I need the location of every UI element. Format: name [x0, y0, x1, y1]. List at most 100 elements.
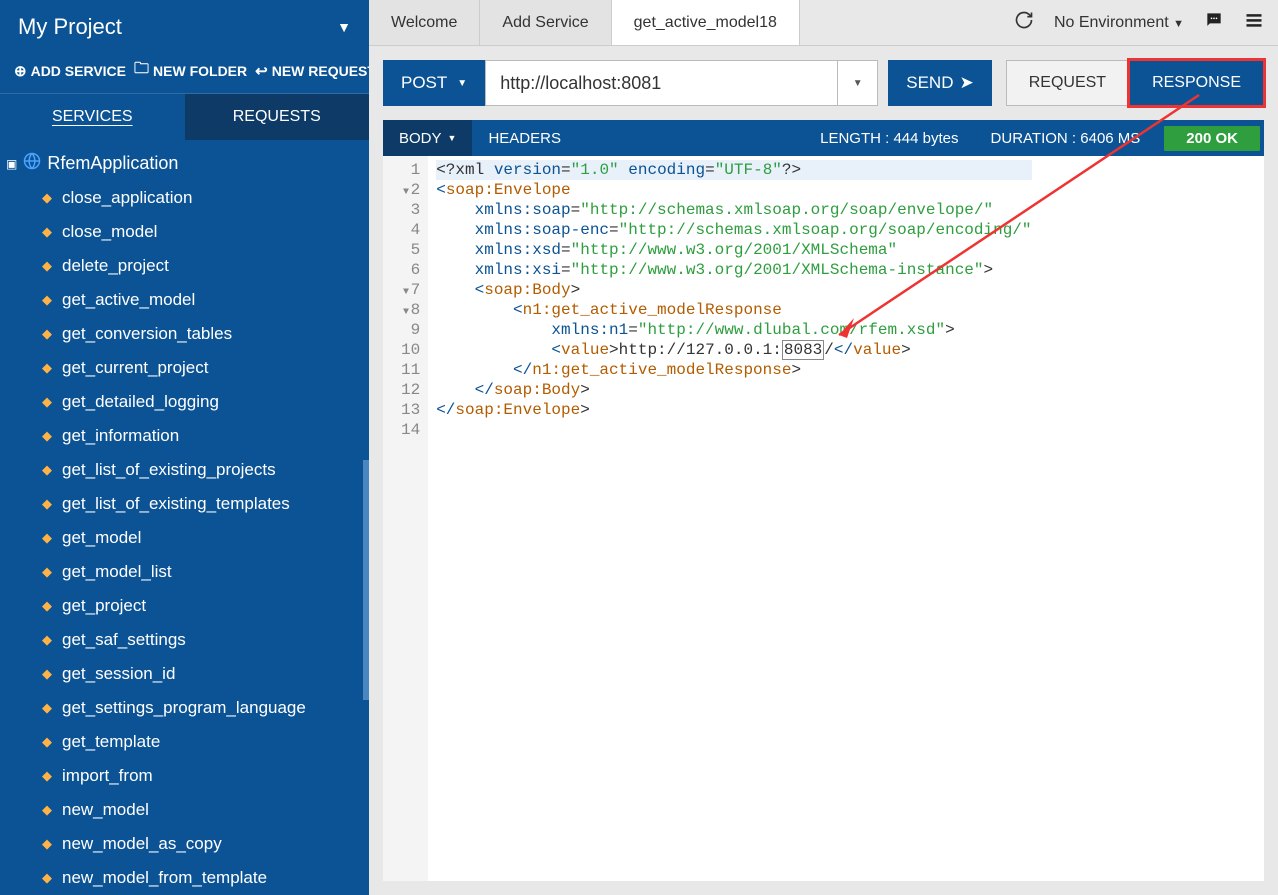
code-line[interactable]: xmlns:soap="http://schemas.xmlsoap.org/s…	[436, 200, 1031, 220]
tab-services[interactable]: SERVICES	[0, 94, 185, 140]
http-method-selector[interactable]: POST ▼	[383, 60, 485, 106]
code-line[interactable]: </soap:Body>	[436, 380, 1031, 400]
tab-add-service[interactable]: Add Service	[480, 0, 611, 45]
code-line[interactable]: <?xml version="1.0" encoding="UTF-8"?>	[436, 160, 1031, 180]
code-line[interactable]: xmlns:xsi="http://www.w3.org/2001/XMLSch…	[436, 260, 1031, 280]
tree-item-get-saf-settings[interactable]: ◆ get_saf_settings	[0, 623, 369, 657]
tree-item-label: new_model_from_template	[62, 868, 267, 888]
tree-item-new-model-as-copy[interactable]: ◆new_model_as_copy	[0, 827, 369, 861]
tree-item-new-model[interactable]: ◆new_model	[0, 793, 369, 827]
sidebar: My Project ▼ ⊕ ADD SERVICE 🗀 NEW FOLDER …	[0, 0, 369, 895]
layer-icon: ◆	[42, 394, 52, 410]
code-line[interactable]: <soap:Envelope	[436, 180, 1031, 200]
tree-item-get-template[interactable]: ◆get_template	[0, 725, 369, 759]
tree-item-get-list-of-existing-projects[interactable]: ◆get_list_of_existing_projects	[0, 453, 369, 487]
body-tab[interactable]: BODY ▼	[383, 120, 472, 156]
response-info-bar: BODY ▼ HEADERS LENGTH : 444 bytes DURATI…	[383, 120, 1264, 156]
plus-circle-icon: ⊕	[14, 62, 27, 80]
project-header[interactable]: My Project ▼	[0, 0, 369, 54]
code-line[interactable]: <soap:Body>	[436, 280, 1031, 300]
headers-tab[interactable]: HEADERS	[472, 120, 577, 156]
layer-icon: ◆	[42, 190, 52, 206]
tree-item-get-current-project[interactable]: ◆get_current_project	[0, 351, 369, 385]
tree-item-get-settings-program-language[interactable]: ◆ get_settings_program_language	[0, 691, 369, 725]
code-line[interactable]: </soap:Envelope>	[436, 400, 1031, 420]
refresh-icon[interactable]	[1014, 10, 1034, 35]
sidebar-tabs: SERVICES REQUESTS	[0, 94, 369, 140]
tree-item-close-model[interactable]: ◆close_model	[0, 215, 369, 249]
layer-icon: ◆	[42, 870, 52, 886]
new-folder-button[interactable]: 🗀 NEW FOLDER	[134, 58, 247, 83]
tab-welcome[interactable]: Welcome	[369, 0, 480, 45]
response-body-editor[interactable]: 1▼23456▼7▼891011121314 <?xml version="1.…	[383, 156, 1264, 881]
tree-item-new-model-from-template[interactable]: ◆ new_model_from_template	[0, 861, 369, 895]
tree-item-get-list-of-existing-templates[interactable]: ◆get_list_of_existing_templates	[0, 487, 369, 521]
tree-item-get-active-model[interactable]: ◆get_active_model	[0, 283, 369, 317]
folder-plus-icon: 🗀	[134, 58, 149, 83]
chevron-down-icon: ▼	[448, 133, 457, 143]
add-service-button[interactable]: ⊕ ADD SERVICE	[14, 58, 126, 83]
tree-root-item[interactable]: ▣ RfemApplication	[0, 146, 369, 181]
collapse-icon[interactable]: ▣	[6, 157, 17, 171]
tree-item-label: get_session_id	[62, 664, 175, 684]
project-caret-icon: ▼	[337, 19, 351, 35]
request-bar: POST ▼ ▼ SEND ➤ REQUEST RESPONSE	[369, 46, 1278, 120]
tree-item-label: delete_project	[62, 256, 169, 276]
layer-icon: ◆	[42, 258, 52, 274]
tree-item-import-from[interactable]: ◆ import_from	[0, 759, 369, 793]
menu-icon[interactable]	[1244, 10, 1264, 35]
response-view-button[interactable]: RESPONSE	[1129, 60, 1264, 106]
request-view-button[interactable]: REQUEST	[1006, 60, 1129, 106]
tab-active-request[interactable]: get_active_model18	[612, 0, 800, 45]
code-line[interactable]: xmlns:n1="http://www.dlubal.com/rfem.xsd…	[436, 320, 1031, 340]
response-length: LENGTH : 444 bytes	[804, 130, 974, 147]
main-panel: Welcome Add Service get_active_model18 N…	[369, 0, 1278, 895]
tree-item-label: get_conversion_tables	[62, 324, 232, 344]
new-request-button[interactable]: ↩ NEW REQUEST	[255, 58, 376, 83]
tree-item-get-model-list[interactable]: ◆ get_model_list	[0, 555, 369, 589]
code-line[interactable]: xmlns:soap-enc="http://schemas.xmlsoap.o…	[436, 220, 1031, 240]
code-line[interactable]: xmlns:xsd="http://www.w3.org/2001/XMLSch…	[436, 240, 1031, 260]
tree-item-get-information[interactable]: ◆ get_information	[0, 419, 369, 453]
tree-item-label: get_current_project	[62, 358, 208, 378]
layer-icon: ◆	[42, 632, 52, 648]
tree-item-label: get_model_list	[62, 562, 172, 582]
layer-icon: ◆	[42, 530, 52, 546]
sidebar-toolbar: ⊕ ADD SERVICE 🗀 NEW FOLDER ↩ NEW REQUEST	[0, 54, 369, 94]
layer-icon: ◆	[42, 428, 52, 444]
layer-icon: ◆	[42, 564, 52, 580]
layer-icon: ◆	[42, 768, 52, 784]
tree-item-label: get_information	[62, 426, 179, 446]
send-button[interactable]: SEND ➤	[888, 60, 991, 106]
tree-item-label: get_settings_program_language	[62, 698, 306, 718]
code-line[interactable]: <value>http://127.0.0.1:8083/</value>	[436, 340, 1031, 360]
response-duration: DURATION : 6406 MS	[975, 130, 1157, 147]
layer-icon: ◆	[42, 700, 52, 716]
layer-icon: ◆	[42, 326, 52, 342]
tree-item-delete-project[interactable]: ◆ delete_project	[0, 249, 369, 283]
tree-item-get-detailed-logging[interactable]: ◆get_detailed_logging	[0, 385, 369, 419]
environment-selector[interactable]: No Environment ▼	[1054, 14, 1184, 32]
tab-requests[interactable]: REQUESTS	[185, 94, 370, 140]
tree-item-label: get_saf_settings	[62, 630, 186, 650]
tree-item-get-conversion-tables[interactable]: ◆ get_conversion_tables	[0, 317, 369, 351]
code-line[interactable]	[436, 420, 1031, 440]
tree-item-get-model[interactable]: ◆get_model	[0, 521, 369, 555]
send-arrow-icon: ➤	[959, 73, 973, 93]
url-input[interactable]	[485, 60, 838, 106]
url-history-dropdown[interactable]: ▼	[838, 60, 878, 106]
tree-item-label: import_from	[62, 766, 153, 786]
code-line[interactable]: </n1:get_active_modelResponse>	[436, 360, 1031, 380]
arrow-icon: ↩	[255, 62, 268, 80]
tree-item-get-session-id[interactable]: ◆get_session_id	[0, 657, 369, 691]
layer-icon: ◆	[42, 496, 52, 512]
tree-root-label: RfemApplication	[47, 153, 178, 174]
tree-item-get-project[interactable]: ◆get_project	[0, 589, 369, 623]
chevron-down-icon: ▼	[457, 78, 467, 89]
tree-item-close-application[interactable]: ◆close_application	[0, 181, 369, 215]
tree-item-label: get_list_of_existing_projects	[62, 460, 276, 480]
layer-icon: ◆	[42, 292, 52, 308]
chevron-down-icon: ▼	[853, 78, 863, 89]
code-line[interactable]: <n1:get_active_modelResponse	[436, 300, 1031, 320]
chat-icon[interactable]	[1204, 10, 1224, 35]
